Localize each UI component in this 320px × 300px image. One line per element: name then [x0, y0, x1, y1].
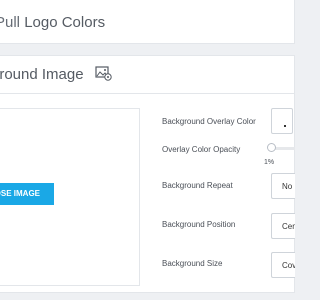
pull-logo-colors-panel: Pull Logo Colors	[0, 0, 295, 44]
background-size-select[interactable]: Cove	[271, 252, 295, 278]
overlay-opacity-label: Overlay Color Opacity	[162, 145, 241, 154]
background-position-label: Background Position	[162, 220, 236, 229]
pull-title-strong: Logo Colors	[24, 14, 106, 31]
background-image-panel: ground Image OSE IMAGE Background Overla…	[0, 55, 295, 293]
image-settings-icon[interactable]	[95, 66, 112, 81]
background-repeat-label: Background Repeat	[162, 181, 233, 190]
background-position-select[interactable]: Cente	[271, 213, 295, 239]
background-repeat-select[interactable]: No Re	[271, 173, 295, 199]
background-image-header: ground Image	[0, 56, 294, 94]
opacity-slider-handle[interactable]	[267, 143, 276, 152]
background-repeat-value: No Re	[282, 182, 295, 191]
background-image-title: ground Image	[0, 66, 84, 83]
pull-logo-colors-title[interactable]: Pull Logo Colors	[0, 14, 105, 31]
color-picker-dot	[284, 125, 286, 127]
background-size-value: Cove	[282, 261, 295, 270]
overlay-color-picker[interactable]	[271, 108, 293, 134]
pull-title-light: Pull	[0, 14, 21, 31]
background-size-label: Background Size	[162, 259, 223, 268]
opacity-value: 1%	[264, 159, 275, 166]
image-preview-box: OSE IMAGE	[0, 108, 140, 286]
choose-image-button[interactable]: OSE IMAGE	[0, 183, 54, 205]
background-position-value: Cente	[282, 222, 295, 231]
overlay-color-label: Background Overlay Color	[162, 117, 256, 126]
